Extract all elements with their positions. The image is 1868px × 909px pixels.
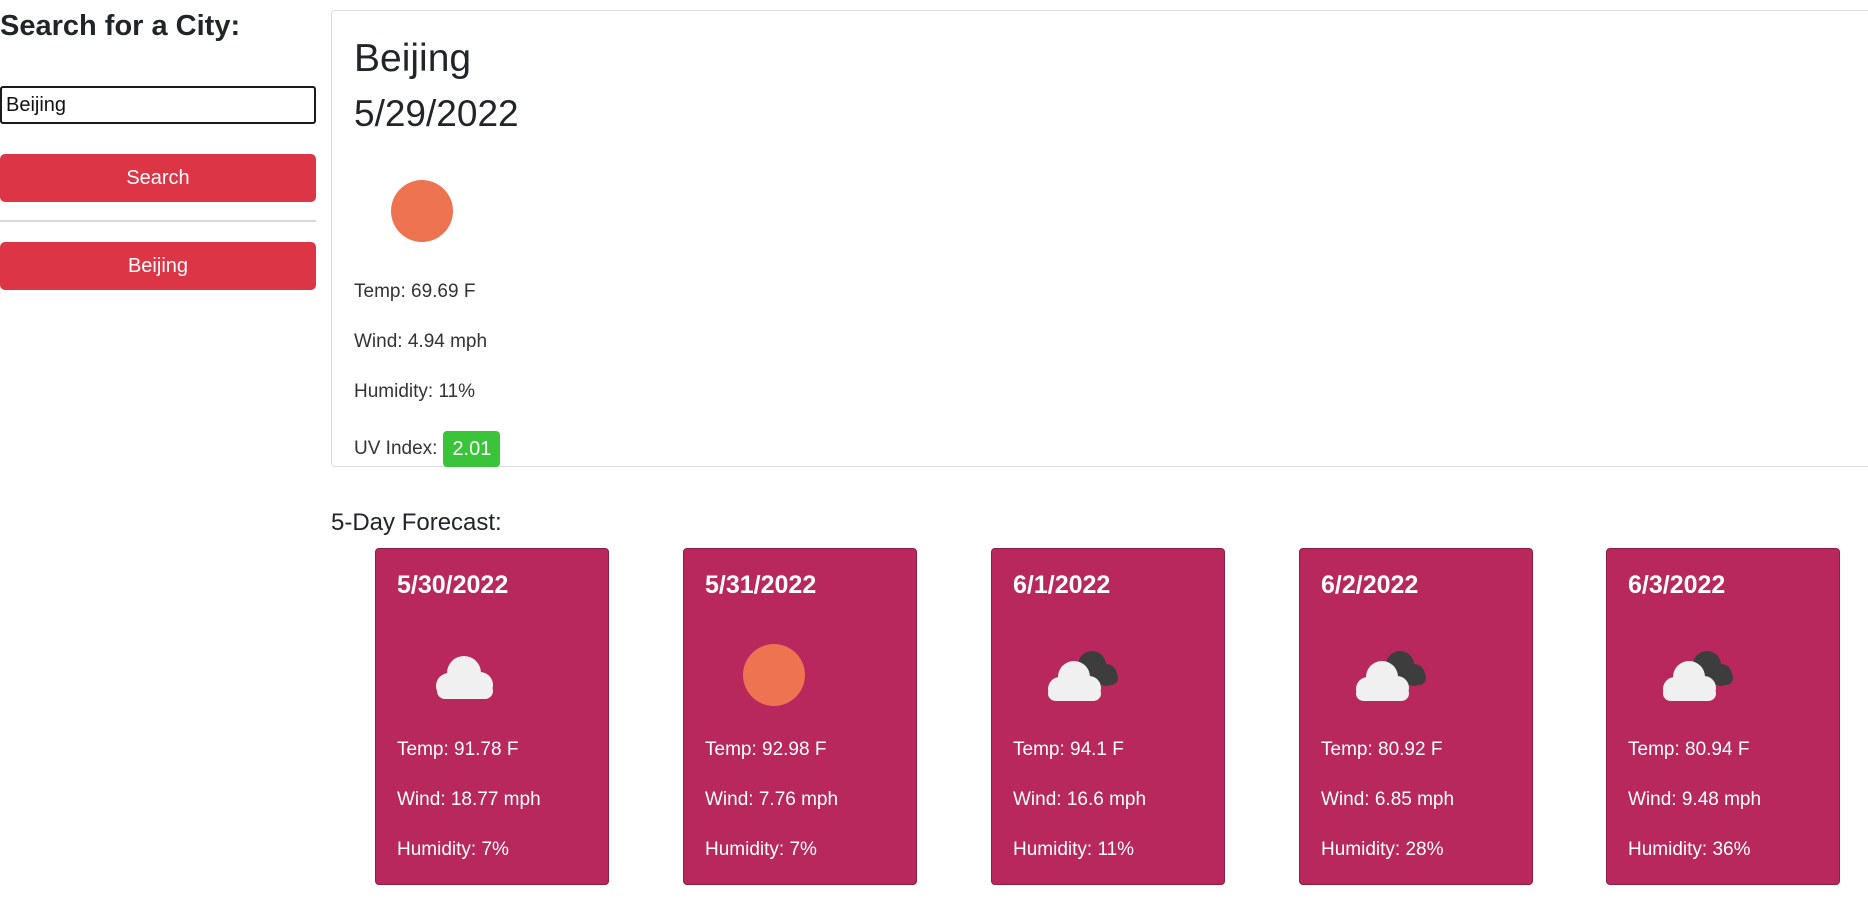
uv-index-row: UV Index: 2.01 <box>354 431 501 467</box>
cloud-icon <box>436 656 493 699</box>
uv-index-label: UV Index: <box>354 438 438 459</box>
forecast-temp: Temp: 80.94 F <box>1628 739 1750 760</box>
broken-clouds-icon <box>1048 651 1118 701</box>
forecast-temp: Temp: 94.1 F <box>1013 739 1124 760</box>
broken-clouds-icon <box>1356 651 1426 701</box>
history-button-beijing[interactable]: Beijing <box>0 242 316 290</box>
forecast-card: 5/31/2022 Temp: 92.98 F Wind: 7.76 mph H… <box>683 548 917 885</box>
forecast-humidity: Humidity: 36% <box>1628 839 1751 860</box>
city-name: Beijing <box>354 37 472 80</box>
city-search-input[interactable] <box>0 86 316 124</box>
weather-dashboard: Search for a City: Search Beijing Beijin… <box>0 0 1868 909</box>
forecast-humidity: Humidity: 11% <box>1013 839 1135 860</box>
current-humidity: Humidity: 11% <box>354 381 476 402</box>
forecast-wind: Wind: 16.6 mph <box>1013 789 1147 810</box>
forecast-date: 5/30/2022 <box>397 571 509 599</box>
forecast-card: 5/30/2022 Temp: 91.78 F Wind: 18.77 mph … <box>375 548 609 885</box>
sidebar-divider <box>0 220 316 222</box>
sun-icon <box>743 644 805 706</box>
current-wind: Wind: 4.94 mph <box>354 331 488 352</box>
forecast-wind: Wind: 9.48 mph <box>1628 789 1762 810</box>
forecast-wind: Wind: 7.76 mph <box>705 789 839 810</box>
forecast-humidity: Humidity: 7% <box>397 839 509 860</box>
search-heading: Search for a City: <box>0 10 241 42</box>
forecast-date: 6/2/2022 <box>1321 571 1419 599</box>
forecast-temp: Temp: 80.92 F <box>1321 739 1443 760</box>
forecast-date: 5/31/2022 <box>705 571 817 599</box>
sun-icon <box>391 180 453 242</box>
forecast-date: 6/1/2022 <box>1013 571 1111 599</box>
forecast-card: 6/2/2022 Temp: 80.92 F Wind: 6.85 mph Hu… <box>1299 548 1533 885</box>
forecast-temp: Temp: 91.78 F <box>397 739 519 760</box>
forecast-humidity: Humidity: 7% <box>705 839 817 860</box>
current-date: 5/29/2022 <box>354 93 519 134</box>
search-button[interactable]: Search <box>0 154 316 202</box>
forecast-humidity: Humidity: 28% <box>1321 839 1444 860</box>
forecast-card: 6/3/2022 Temp: 80.94 F Wind: 9.48 mph Hu… <box>1606 548 1840 885</box>
forecast-date: 6/3/2022 <box>1628 571 1726 599</box>
broken-clouds-icon <box>1663 651 1733 701</box>
uv-index-badge: 2.01 <box>443 431 501 467</box>
current-temp: Temp: 69.69 F <box>354 281 476 302</box>
forecast-heading: 5-Day Forecast: <box>331 509 502 536</box>
forecast-wind: Wind: 6.85 mph <box>1321 789 1455 810</box>
forecast-wind: Wind: 18.77 mph <box>397 789 541 810</box>
current-weather-card: Beijing 5/29/2022 Temp: 69.69 F Wind: 4.… <box>331 10 1868 467</box>
forecast-card: 6/1/2022 Temp: 94.1 F Wind: 16.6 mph Hum… <box>991 548 1225 885</box>
forecast-temp: Temp: 92.98 F <box>705 739 827 760</box>
